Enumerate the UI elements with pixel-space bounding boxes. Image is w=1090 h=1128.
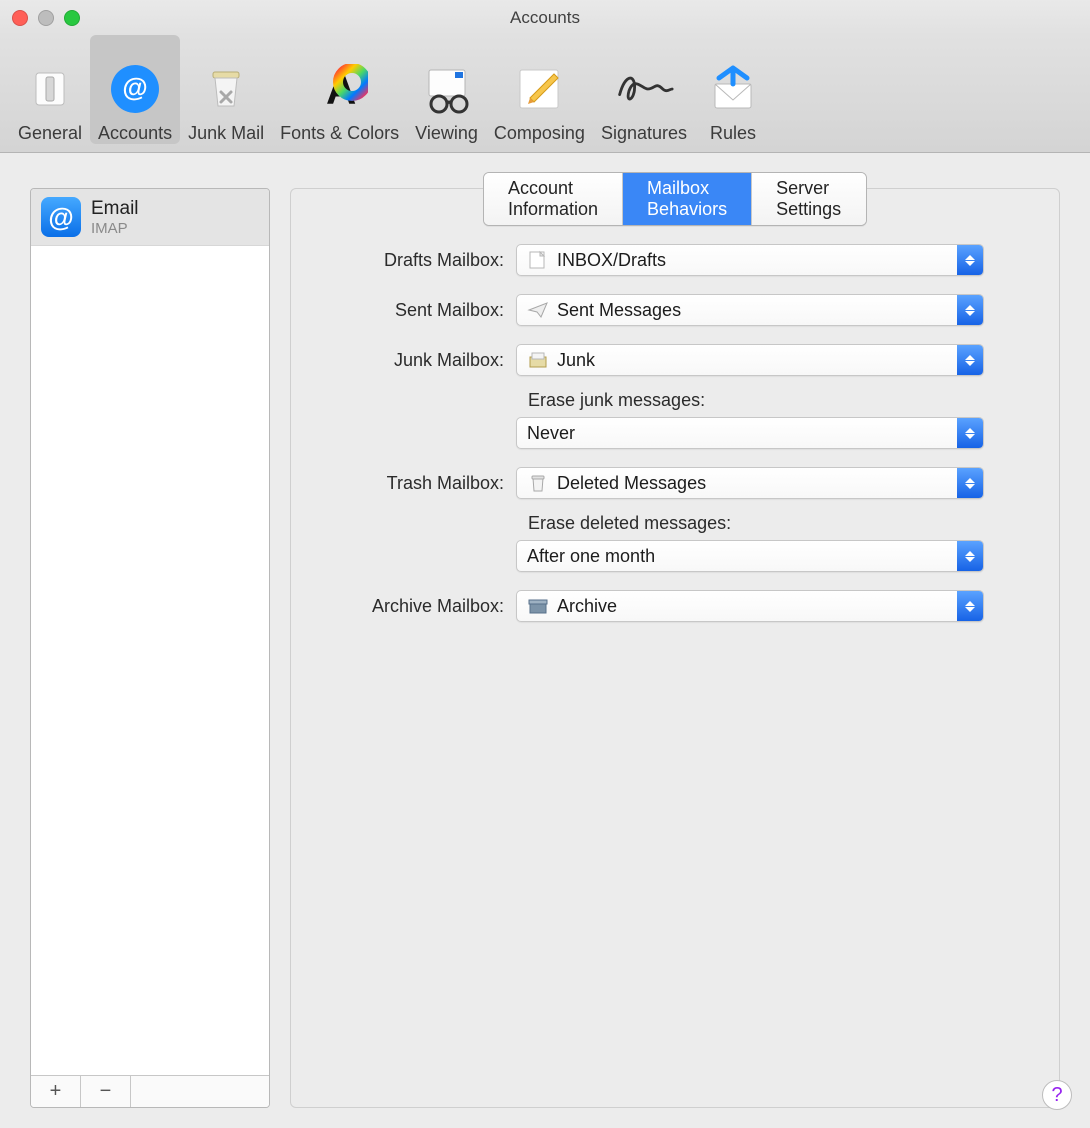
toolbar-item-signatures[interactable]: Signatures bbox=[593, 35, 695, 144]
erase-deleted-value: After one month bbox=[527, 546, 655, 567]
toolbar-label: General bbox=[18, 123, 82, 144]
add-account-button[interactable]: + bbox=[31, 1076, 81, 1107]
trash-mailbox-label: Trash Mailbox: bbox=[321, 473, 516, 494]
drafts-mailbox-select[interactable]: INBOX/Drafts bbox=[516, 244, 984, 276]
sent-mailbox-select[interactable]: Sent Messages bbox=[516, 294, 984, 326]
sent-mailbox-label: Sent Mailbox: bbox=[321, 300, 516, 321]
toolbar-item-general[interactable]: General bbox=[10, 35, 90, 144]
dropdown-arrow-icon bbox=[957, 591, 983, 621]
junk-mailbox-label: Junk Mailbox: bbox=[321, 350, 516, 371]
dropdown-arrow-icon bbox=[957, 345, 983, 375]
accounts-sidebar: @ Email IMAP + − bbox=[30, 188, 270, 1108]
accounts-icon: @ bbox=[105, 59, 165, 119]
account-name: Email bbox=[91, 198, 139, 220]
composing-icon bbox=[509, 59, 569, 119]
toolbar-item-junk-mail[interactable]: Junk Mail bbox=[180, 35, 272, 144]
dropdown-arrow-icon bbox=[957, 295, 983, 325]
tab-account-information[interactable]: Account Information bbox=[484, 173, 623, 225]
archive-mailbox-label: Archive Mailbox: bbox=[321, 596, 516, 617]
junk-mailbox-value: Junk bbox=[557, 350, 595, 371]
paper-plane-icon bbox=[525, 299, 551, 321]
preferences-toolbar: General @ Accounts Junk Mail A Fonts & C… bbox=[0, 35, 1090, 153]
toolbar-item-accounts[interactable]: @ Accounts bbox=[90, 35, 180, 144]
trash-mailbox-select[interactable]: Deleted Messages bbox=[516, 467, 984, 499]
archive-mailbox-value: Archive bbox=[557, 596, 617, 617]
toolbar-item-fonts-colors[interactable]: A Fonts & Colors bbox=[272, 35, 407, 144]
erase-junk-label: Erase junk messages: bbox=[528, 390, 1029, 411]
at-sign-icon: @ bbox=[41, 197, 81, 237]
toolbar-label: Rules bbox=[710, 123, 756, 144]
account-row[interactable]: @ Email IMAP bbox=[31, 189, 269, 246]
drafts-mailbox-value: INBOX/Drafts bbox=[557, 250, 666, 271]
fonts-colors-icon: A bbox=[310, 59, 370, 119]
drafts-folder-icon bbox=[525, 249, 551, 271]
junk-box-icon bbox=[525, 349, 551, 371]
trash-mailbox-value: Deleted Messages bbox=[557, 473, 706, 494]
account-tabs: Account Information Mailbox Behaviors Se… bbox=[483, 172, 867, 226]
toolbar-label: Composing bbox=[494, 123, 585, 144]
toolbar-label: Signatures bbox=[601, 123, 687, 144]
signatures-icon bbox=[614, 59, 674, 119]
sidebar-footer-spacer bbox=[131, 1076, 269, 1107]
window-title: Accounts bbox=[0, 8, 1090, 28]
archive-box-icon bbox=[525, 595, 551, 617]
erase-deleted-label: Erase deleted messages: bbox=[528, 513, 1029, 534]
minimize-window-icon[interactable] bbox=[38, 10, 54, 26]
dropdown-arrow-icon bbox=[957, 468, 983, 498]
help-button[interactable]: ? bbox=[1042, 1080, 1072, 1110]
dropdown-arrow-icon bbox=[957, 245, 983, 275]
toolbar-item-composing[interactable]: Composing bbox=[486, 35, 593, 144]
erase-junk-select[interactable]: Never bbox=[516, 417, 984, 449]
close-window-icon[interactable] bbox=[12, 10, 28, 26]
tab-server-settings[interactable]: Server Settings bbox=[752, 173, 866, 225]
sent-mailbox-value: Sent Messages bbox=[557, 300, 681, 321]
junk-mail-icon bbox=[196, 59, 256, 119]
erase-junk-value: Never bbox=[527, 423, 575, 444]
archive-mailbox-select[interactable]: Archive bbox=[516, 590, 984, 622]
dropdown-arrow-icon bbox=[957, 418, 983, 448]
viewing-icon bbox=[417, 59, 477, 119]
toolbar-label: Fonts & Colors bbox=[280, 123, 399, 144]
tab-mailbox-behaviors[interactable]: Mailbox Behaviors bbox=[623, 173, 752, 225]
main-panel: Account Information Mailbox Behaviors Se… bbox=[290, 188, 1060, 1108]
titlebar: Accounts bbox=[0, 0, 1090, 35]
drafts-mailbox-label: Drafts Mailbox: bbox=[321, 250, 516, 271]
toolbar-item-rules[interactable]: Rules bbox=[695, 35, 771, 144]
dropdown-arrow-icon bbox=[957, 541, 983, 571]
erase-deleted-select[interactable]: After one month bbox=[516, 540, 984, 572]
account-subtitle: IMAP bbox=[91, 220, 139, 237]
trash-can-icon bbox=[525, 472, 551, 494]
rules-icon bbox=[703, 59, 763, 119]
general-icon bbox=[20, 59, 80, 119]
zoom-window-icon[interactable] bbox=[64, 10, 80, 26]
svg-text:@: @ bbox=[122, 72, 147, 102]
junk-mailbox-select[interactable]: Junk bbox=[516, 344, 984, 376]
remove-account-button[interactable]: − bbox=[81, 1076, 131, 1107]
toolbar-label: Accounts bbox=[98, 123, 172, 144]
toolbar-label: Viewing bbox=[415, 123, 478, 144]
toolbar-item-viewing[interactable]: Viewing bbox=[407, 35, 486, 144]
toolbar-label: Junk Mail bbox=[188, 123, 264, 144]
